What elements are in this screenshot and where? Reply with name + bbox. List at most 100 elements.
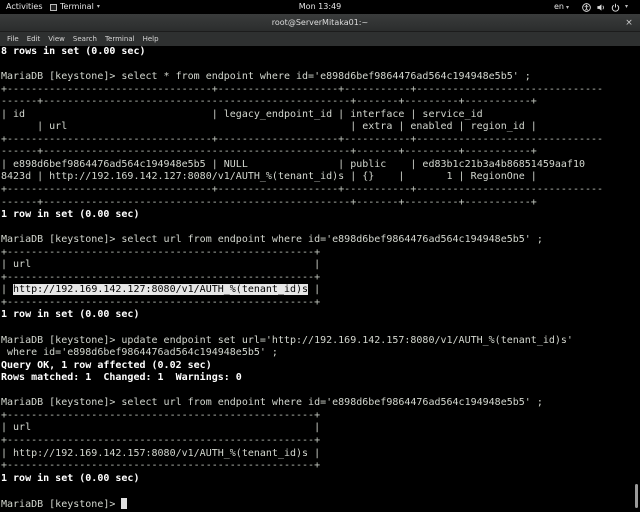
- terminal-line: 1 row in set (0.00 sec): [1, 209, 631, 222]
- terminal-output[interactable]: 8 rows in set (0.00 sec) MariaDB [keyston…: [1, 46, 631, 510]
- app-menu-label: Terminal: [60, 2, 94, 11]
- input-source-label: en: [554, 2, 564, 11]
- terminal-line: ------+---------------------------------…: [1, 197, 631, 210]
- menu-help[interactable]: Help: [139, 32, 163, 46]
- terminal-line: where id='e898d6bef9864476ad564c194948e5…: [1, 347, 631, 360]
- terminal-line: ------+---------------------------------…: [1, 146, 631, 159]
- activities-button[interactable]: Activities: [6, 0, 43, 14]
- terminal-line: 8 rows in set (0.00 sec): [1, 46, 631, 59]
- close-icon[interactable]: ×: [624, 18, 634, 28]
- terminal-line-text: 8 rows in set (0.00 sec): [1, 46, 146, 57]
- terminal-line-text: 1 row in set (0.00 sec): [1, 309, 140, 321]
- terminal-line-text: MariaDB [keystone]> update endpoint set …: [1, 334, 573, 346]
- terminal-line-text: 8423d | http://192.169.142.127:8080/v1/A…: [1, 171, 537, 183]
- terminal-line-text: MariaDB [keystone]> select * from endpoi…: [1, 71, 531, 83]
- terminal-line-text: Rows matched: 1 Changed: 1 Warnings: 0: [1, 372, 242, 384]
- accessibility-icon: [582, 2, 591, 12]
- terminal-line-text: +----------------------------------+----…: [1, 133, 604, 145]
- terminal-line: | e898d6bef9864476ad564c194948e5b5 | NUL…: [1, 159, 631, 172]
- terminal-line: Query OK, 1 row affected (0.02 sec): [1, 360, 631, 373]
- terminal-line: +----------------------------------+----…: [1, 184, 631, 197]
- terminal-line: MariaDB [keystone]>: [1, 497, 631, 511]
- terminal-line-text: MariaDB [keystone]> select url from endp…: [1, 234, 543, 246]
- terminal-line-text: +---------------------------------------…: [1, 246, 321, 258]
- chevron-down-icon: ▾: [96, 3, 100, 10]
- terminal-line-text: +---------------------------------------…: [1, 409, 321, 421]
- terminal-line-text: | url |: [1, 259, 321, 271]
- terminal-line-text: +---------------------------------------…: [1, 460, 321, 472]
- scrollbar[interactable]: [635, 484, 638, 508]
- app-menu[interactable]: Terminal ▾: [50, 0, 100, 14]
- chevron-down-icon: ▾: [625, 3, 629, 10]
- terminal-app-icon: [50, 3, 57, 11]
- terminal-line-text: where id='e898d6bef9864476ad564c194948e5…: [1, 347, 278, 359]
- system-menu[interactable]: ▾: [582, 0, 628, 14]
- text-cursor: [121, 497, 128, 509]
- terminal-line: | http://192.169.142.127:8080/v1/AUTH_%(…: [1, 284, 631, 297]
- terminal-line-text: +---------------------------------------…: [1, 271, 321, 283]
- menu-file[interactable]: File: [3, 32, 23, 46]
- terminal-line-text: 1 row in set (0.00 sec): [1, 209, 140, 221]
- menu-search[interactable]: Search: [69, 32, 101, 46]
- terminal-area[interactable]: 8 rows in set (0.00 sec) MariaDB [keyston…: [0, 46, 640, 512]
- terminal-line: 8423d | http://192.169.142.127:8080/v1/A…: [1, 171, 631, 184]
- window-titlebar[interactable]: root@ServerMitaka01:~ ×: [0, 14, 640, 32]
- terminal-line: ------+---------------------------------…: [1, 96, 631, 109]
- menu-edit[interactable]: Edit: [23, 32, 45, 46]
- terminal-line: MariaDB [keystone]> select url from endp…: [1, 397, 631, 410]
- terminal-line: +----------------------------------+----…: [1, 84, 631, 97]
- terminal-line: +---------------------------------------…: [1, 247, 631, 260]
- clock[interactable]: Mon 13:49: [299, 2, 341, 11]
- menu-bar: File Edit View Search Terminal Help: [0, 32, 640, 46]
- terminal-line: Rows matched: 1 Changed: 1 Warnings: 0: [1, 372, 631, 385]
- terminal-line: MariaDB [keystone]> select url from endp…: [1, 234, 631, 247]
- terminal-line-text: +----------------------------------+----…: [1, 184, 604, 196]
- terminal-line-text: ------+---------------------------------…: [1, 196, 537, 208]
- terminal-line: MariaDB [keystone]> select * from endpoi…: [1, 71, 631, 84]
- terminal-line-text: +----------------------------------+----…: [1, 83, 604, 95]
- terminal-line-text: | http://192.169.142.157:8080/v1/AUTH_%(…: [1, 447, 321, 459]
- selected-text[interactable]: http://192.169.142.127:8080/v1/AUTH_%(te…: [13, 284, 309, 296]
- terminal-line-text: 1 row in set (0.00 sec): [1, 472, 140, 484]
- terminal-line-text: |: [308, 284, 321, 296]
- terminal-line: +---------------------------------------…: [1, 435, 631, 448]
- terminal-line: +---------------------------------------…: [1, 410, 631, 423]
- terminal-line: +---------------------------------------…: [1, 297, 631, 310]
- power-icon: [611, 3, 620, 12]
- terminal-line-text: Query OK, 1 row affected (0.02 sec): [1, 359, 212, 371]
- terminal-line-text: | id | legacy_endpoint_id | interface | …: [1, 108, 483, 120]
- terminal-line-text: | url |: [1, 422, 321, 434]
- menu-view[interactable]: View: [44, 32, 69, 46]
- top-bar: Activities Terminal ▾ Mon 13:49 en ▾ ▾: [0, 0, 640, 14]
- window-title: root@ServerMitaka01:~: [271, 18, 369, 27]
- terminal-line: MariaDB [keystone]> update endpoint set …: [1, 335, 631, 348]
- volume-icon: [597, 3, 604, 11]
- terminal-line-text: MariaDB [keystone]> select url from endp…: [1, 397, 543, 409]
- terminal-line-text: | url | extra | enabled | region_id |: [1, 121, 537, 133]
- terminal-line-text: +---------------------------------------…: [1, 296, 321, 308]
- chevron-down-icon: ▾: [566, 4, 570, 11]
- terminal-line: | url | extra | enabled | region_id |: [1, 121, 631, 134]
- terminal-line-text: | e898d6bef9864476ad564c194948e5b5 | NUL…: [1, 158, 585, 170]
- terminal-line: 1 row in set (0.00 sec): [1, 473, 631, 486]
- terminal-line: | http://192.169.142.157:8080/v1/AUTH_%(…: [1, 448, 631, 461]
- input-source-menu[interactable]: en ▾: [554, 0, 569, 15]
- terminal-line: | url |: [1, 259, 631, 272]
- terminal-line: +----------------------------------+----…: [1, 134, 631, 147]
- terminal-line-text: |: [1, 284, 14, 296]
- terminal-line: +---------------------------------------…: [1, 272, 631, 285]
- terminal-line: | id | legacy_endpoint_id | interface | …: [1, 109, 631, 122]
- terminal-line-text: MariaDB [keystone]>: [1, 498, 122, 510]
- terminal-line: | url |: [1, 422, 631, 435]
- terminal-line: +---------------------------------------…: [1, 460, 631, 473]
- terminal-line-text: ------+---------------------------------…: [1, 96, 537, 108]
- menu-terminal[interactable]: Terminal: [101, 32, 139, 46]
- terminal-line-text: +---------------------------------------…: [1, 434, 321, 446]
- terminal-line: 1 row in set (0.00 sec): [1, 309, 631, 322]
- terminal-line-text: ------+---------------------------------…: [1, 146, 537, 158]
